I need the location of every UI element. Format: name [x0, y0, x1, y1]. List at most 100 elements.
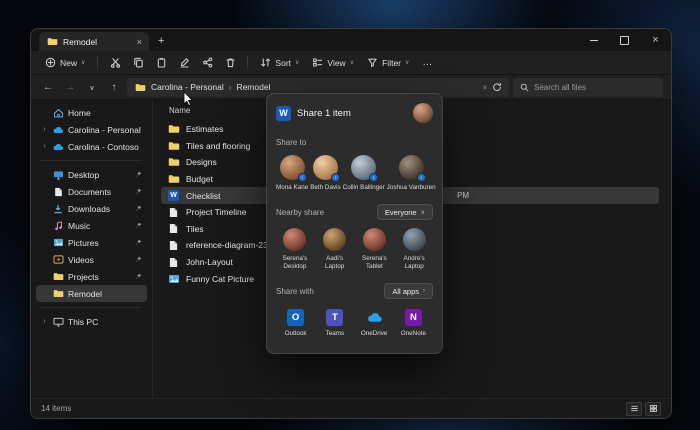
all-apps-label: All apps — [392, 287, 419, 296]
chevron-right-icon[interactable] — [41, 143, 48, 150]
breadcrumb-segment[interactable]: Carolina - Personal — [151, 82, 224, 92]
word-file-icon — [167, 190, 180, 201]
send-badge-icon — [417, 173, 426, 182]
trash-icon — [225, 57, 236, 68]
sidebar-item-onedrive-personal[interactable]: Carolina - Personal — [36, 121, 147, 138]
contact-mona-kane[interactable]: Mona Kane — [276, 155, 308, 191]
file-name: Tiles — [186, 224, 204, 234]
file-name: Estimates — [186, 124, 223, 134]
share-button[interactable] — [197, 54, 217, 72]
share-dialog: Share 1 item Share to Mona Kane Beth Dav… — [266, 93, 443, 354]
sidebar-item-label: Pictures — [68, 238, 131, 248]
rename-icon — [179, 57, 190, 68]
chevron-right-icon[interactable] — [41, 126, 48, 133]
close-button[interactable] — [640, 29, 671, 51]
new-button-label: New — [60, 58, 77, 68]
contact-name: Beth Davis — [310, 184, 340, 191]
downloads-icon — [52, 204, 64, 214]
sidebar-item-label: Desktop — [68, 170, 131, 180]
sidebar-item-remodel[interactable]: Remodel — [36, 285, 147, 302]
refresh-icon[interactable] — [492, 82, 502, 92]
documents-icon — [52, 187, 64, 197]
delete-button[interactable] — [220, 54, 240, 72]
chevron-down-icon[interactable] — [483, 84, 487, 91]
new-tab-button[interactable] — [158, 35, 164, 47]
window-controls — [578, 29, 671, 51]
divider — [247, 56, 248, 69]
copy-button[interactable] — [128, 54, 148, 72]
breadcrumb-segment[interactable]: Remodel — [236, 82, 270, 92]
image-file-icon — [167, 274, 180, 284]
sidebar-item-label: Home — [68, 108, 142, 118]
recent-locations-button[interactable] — [83, 82, 101, 93]
forward-button[interactable] — [61, 82, 79, 93]
back-button[interactable] — [39, 82, 57, 93]
sidebar-item-documents[interactable]: Documents — [36, 183, 147, 200]
user-avatar[interactable] — [413, 103, 433, 123]
paste-icon — [156, 57, 167, 68]
contact-collin-ballinger[interactable]: Collin Ballinger — [343, 155, 385, 191]
app-onedrive[interactable]: OneDrive — [355, 309, 394, 337]
command-bar: New Sort View Filter — [31, 51, 671, 75]
contact-joshua-vanburen[interactable]: Joshua Vanburen — [387, 155, 436, 191]
contact-name: Collin Ballinger — [343, 184, 385, 191]
copy-icon — [133, 57, 144, 68]
app-outlook[interactable]: Outlook — [276, 309, 315, 337]
rename-button[interactable] — [174, 54, 194, 72]
sort-button[interactable]: Sort — [255, 55, 304, 70]
navigation-pane: Home Carolina - Personal Carolina - Cont… — [31, 100, 153, 398]
device-name: Andre's Laptop — [395, 255, 433, 270]
paste-button[interactable] — [151, 54, 171, 72]
app-name: Teams — [326, 330, 345, 337]
sidebar-item-desktop[interactable]: Desktop — [36, 166, 147, 183]
app-onenote[interactable]: OneNote — [394, 309, 433, 337]
sidebar-item-label: Carolina - Contoso — [68, 142, 142, 152]
onenote-icon — [405, 309, 422, 326]
contact-beth-davis[interactable]: Beth Davis — [310, 155, 340, 191]
new-button[interactable]: New — [40, 55, 90, 70]
tab-remodel[interactable]: Remodel — [39, 32, 149, 51]
everyone-dropdown[interactable]: Everyone — [377, 204, 433, 220]
view-button[interactable]: View — [307, 55, 359, 70]
device-aadis-laptop[interactable]: Aadi's Laptop — [316, 228, 354, 270]
view-toggles — [626, 402, 661, 416]
search-box[interactable] — [513, 78, 663, 97]
all-apps-button[interactable]: All apps — [384, 283, 433, 299]
music-icon — [52, 221, 64, 231]
this-pc-icon — [52, 317, 64, 327]
folder-icon — [167, 141, 180, 151]
thumbnail-view-button[interactable] — [645, 402, 661, 416]
share-dialog-header: Share 1 item — [276, 103, 433, 123]
desktop-wallpaper: Remodel New — [0, 0, 700, 430]
cut-button[interactable] — [105, 54, 125, 72]
more-options-button[interactable] — [417, 54, 437, 72]
sidebar-item-videos[interactable]: Videos — [36, 251, 147, 268]
sort-icon — [260, 57, 271, 68]
search-input[interactable] — [534, 83, 644, 92]
sidebar-item-pictures[interactable]: Pictures — [36, 234, 147, 251]
device-andres-laptop[interactable]: Andre's Laptop — [395, 228, 433, 270]
sidebar-item-home[interactable]: Home — [36, 104, 147, 121]
device-serenas-desktop[interactable]: Serena's Desktop — [276, 228, 314, 270]
up-button[interactable] — [105, 82, 123, 93]
sidebar-item-music[interactable]: Music — [36, 217, 147, 234]
minimize-button[interactable] — [578, 29, 609, 51]
sidebar-item-this-pc[interactable]: This PC — [36, 313, 147, 330]
sidebar-item-label: This PC — [68, 317, 142, 327]
tab-close-icon[interactable] — [137, 37, 142, 47]
pin-icon — [135, 188, 142, 195]
filter-button[interactable]: Filter — [362, 55, 414, 70]
app-teams[interactable]: Teams — [315, 309, 354, 337]
sidebar-item-downloads[interactable]: Downloads — [36, 200, 147, 217]
sidebar-item-label: Carolina - Personal — [68, 125, 142, 135]
folder-icon — [167, 124, 180, 134]
chevron-right-icon[interactable] — [41, 318, 48, 325]
sidebar-item-label: Projects — [68, 272, 131, 282]
document-icon — [167, 240, 180, 251]
sidebar-item-onedrive-contoso[interactable]: Carolina - Contoso — [36, 138, 147, 155]
sidebar-item-projects[interactable]: Projects — [36, 268, 147, 285]
device-serenas-tablet[interactable]: Serena's Tablet — [356, 228, 394, 270]
details-view-button[interactable] — [626, 402, 642, 416]
maximize-button[interactable] — [609, 29, 640, 51]
tab-bar: Remodel — [31, 29, 671, 51]
